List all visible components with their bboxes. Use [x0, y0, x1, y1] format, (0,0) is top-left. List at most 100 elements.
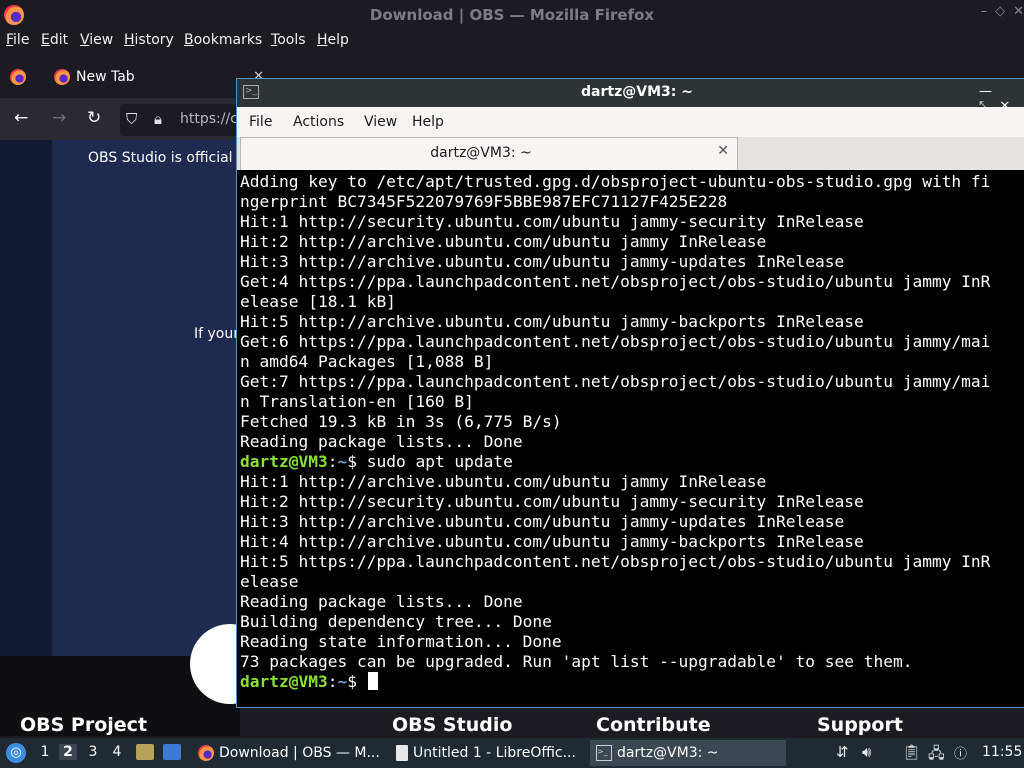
terminal-menu-help[interactable]: Help — [412, 114, 444, 130]
close-icon[interactable]: ✕ — [1013, 4, 1024, 19]
terminal-tabbar: dartz@VM3: ~ ✕ — [237, 137, 1024, 170]
terminal-output-line: Hit:4 http://archive.ubuntu.com/ubuntu j… — [240, 532, 864, 551]
taskbar: ◎ 1 2 3 4 Download | OBS — M... Untitled… — [0, 738, 1024, 768]
footer-obs-studio[interactable]: OBS Studio — [392, 714, 512, 736]
page-side-strip — [0, 140, 52, 656]
terminal-output-line: elease [18.1 kB] — [240, 292, 396, 311]
forward-icon[interactable]: → — [52, 108, 66, 128]
minimize-icon[interactable]: – — [981, 4, 988, 19]
terminal-output-line: Adding key to /etc/apt/trusted.gpg.d/obs… — [240, 172, 991, 191]
terminal-output-line: Get:7 https://ppa.launchpadcontent.net/o… — [240, 372, 991, 391]
url-bar[interactable]: ⛉ 🔒︎ https://c — [120, 104, 250, 136]
document-icon — [396, 745, 408, 761]
firefox-view-button[interactable] — [10, 60, 34, 94]
terminal-output-line: n amd64 Packages [1,088 B] — [240, 352, 494, 371]
task-label: Download | OBS — M... — [219, 745, 380, 761]
prompt-symbol: $ — [347, 672, 357, 691]
prompt-symbol: $ — [347, 452, 357, 471]
terminal-prompt-line: dartz@VM3:~$ sudo apt update — [240, 452, 1024, 472]
task-libreoffice[interactable]: Untitled 1 - LibreOffic... — [390, 740, 586, 766]
tab-new-tab[interactable]: New Tab ✕ — [54, 60, 264, 94]
task-label: dartz@VM3: ~ — [617, 745, 719, 761]
terminal-window-title: dartz@VM3: ~ — [581, 84, 693, 100]
terminal-output-line: ngerprint BC7345F522079769F5BBE987EFC711… — [240, 192, 728, 211]
terminal-output-line: Get:4 https://ppa.launchpadcontent.net/o… — [240, 272, 991, 291]
menu-view[interactable]: View — [80, 32, 113, 48]
terminal-output-line: Hit:1 http://security.ubuntu.com/ubuntu … — [240, 212, 864, 231]
prompt-user: dartz@VM3 — [240, 452, 328, 471]
menu-tools[interactable]: Tools — [271, 32, 306, 48]
workspace-3[interactable]: 3 — [84, 744, 102, 760]
menu-bookmarks[interactable]: Bookmarks — [184, 32, 262, 48]
clock: 11:55 — [982, 744, 1023, 760]
terminal-icon: >_ — [596, 745, 612, 761]
back-icon[interactable]: ← — [14, 108, 28, 128]
firefox-titlebar: Download | OBS — Mozilla Firefox – ◇ ✕ — [0, 0, 1024, 30]
terminal-output-line: Hit:2 http://archive.ubuntu.com/ubuntu j… — [240, 232, 767, 251]
page-footer-links: OBS Project OBS Studio Contribute Suppor… — [0, 714, 1024, 738]
lock-icon[interactable]: 🔒︎ — [154, 110, 162, 128]
terminal-output-line: n Translation-en [160 B] — [240, 392, 474, 411]
footer-obs-project[interactable]: OBS Project — [20, 714, 147, 736]
reload-icon[interactable]: ↻ — [87, 108, 101, 128]
maximize-icon[interactable]: ◇ — [995, 4, 1005, 19]
terminal-output-line: Reading state information... Done — [240, 632, 562, 651]
shield-icon[interactable]: ⛉ — [126, 110, 137, 128]
url-text: https://c — [180, 111, 238, 127]
file-manager-icon[interactable] — [136, 744, 154, 760]
firefox-window-title: Download | OBS — Mozilla Firefox — [369, 6, 655, 24]
terminal-tab-label: dartz@VM3: ~ — [430, 145, 532, 161]
firefox-icon — [198, 745, 214, 761]
menu-history[interactable]: History — [124, 32, 174, 48]
terminal-menubar: File Actions View Help — [237, 107, 1024, 137]
task-terminal[interactable]: >_ dartz@VM3: ~ — [590, 740, 786, 766]
terminal-menu-file[interactable]: File — [249, 114, 272, 130]
firefox-page-content: OBS Studio is official If your — [0, 140, 270, 736]
show-desktop-icon[interactable] — [163, 744, 181, 760]
prompt-path: ~ — [337, 452, 348, 471]
terminal-output[interactable]: Adding key to /etc/apt/trusted.gpg.d/obs… — [237, 170, 1024, 707]
task-label: Untitled 1 - LibreOffic... — [413, 745, 576, 761]
terminal-output-line: Get:6 https://ppa.launchpadcontent.net/o… — [240, 332, 991, 351]
volume-icon[interactable]: 🔊︎ — [862, 743, 871, 761]
terminal-cursor — [367, 672, 378, 690]
firefox-icon — [54, 69, 70, 85]
terminal-prompt-line: dartz@VM3:~$ — [240, 672, 1024, 692]
menu-help[interactable]: Help — [317, 32, 349, 48]
task-firefox[interactable]: Download | OBS — M... — [192, 740, 384, 766]
terminal-output-line: Fetched 19.3 kB in 3s (6,775 B/s) — [240, 412, 562, 431]
clipboard-icon[interactable]: 📋︎ — [902, 743, 921, 761]
terminal-menu-view[interactable]: View — [364, 114, 397, 130]
page-if-text: If your — [194, 326, 239, 342]
prompt-command: sudo apt update — [366, 452, 513, 471]
terminal-output-line: elease — [240, 572, 299, 591]
close-tab-icon[interactable]: ✕ — [717, 143, 729, 159]
menu-file[interactable]: File — [6, 32, 29, 48]
keyboard-layout-icon[interactable]: ⇵ — [836, 743, 849, 761]
workspace-4[interactable]: 4 — [108, 744, 126, 760]
footer-support[interactable]: Support — [817, 714, 903, 736]
prompt-user: dartz@VM3 — [240, 672, 328, 691]
start-menu-icon[interactable]: ◎ — [6, 743, 26, 763]
prompt-path: ~ — [337, 672, 348, 691]
terminal-output-line: Hit:3 http://archive.ubuntu.com/ubuntu j… — [240, 512, 845, 531]
terminal-tab[interactable]: dartz@VM3: ~ ✕ — [240, 137, 738, 170]
prompt-separator: : — [327, 452, 338, 471]
firefox-icon — [10, 69, 26, 85]
workspace-2[interactable]: 2 — [59, 744, 77, 760]
menu-edit[interactable]: Edit — [41, 32, 68, 48]
terminal-output-line: Reading package lists... Done — [240, 592, 523, 611]
workspace-1[interactable]: 1 — [36, 744, 54, 760]
firefox-menubar: File Edit View History Bookmarks Tools H… — [0, 30, 1024, 54]
terminal-output-line: 73 packages can be upgraded. Run 'apt li… — [240, 652, 913, 671]
terminal-menu-actions[interactable]: Actions — [293, 114, 344, 130]
terminal-titlebar[interactable]: >_ dartz@VM3: ~ —⤡✕ — [237, 79, 1024, 114]
update-notifier-icon[interactable]: ⓘ — [954, 743, 967, 762]
page-notice-text: OBS Studio is official — [88, 150, 233, 166]
prompt-separator: : — [327, 672, 338, 691]
minimize-icon[interactable]: — — [979, 84, 992, 99]
network-icon[interactable]: 🖧 — [928, 743, 945, 768]
tab-label: New Tab — [76, 69, 135, 85]
terminal-output-line: Hit:1 http://archive.ubuntu.com/ubuntu j… — [240, 472, 767, 491]
footer-contribute[interactable]: Contribute — [596, 714, 711, 736]
